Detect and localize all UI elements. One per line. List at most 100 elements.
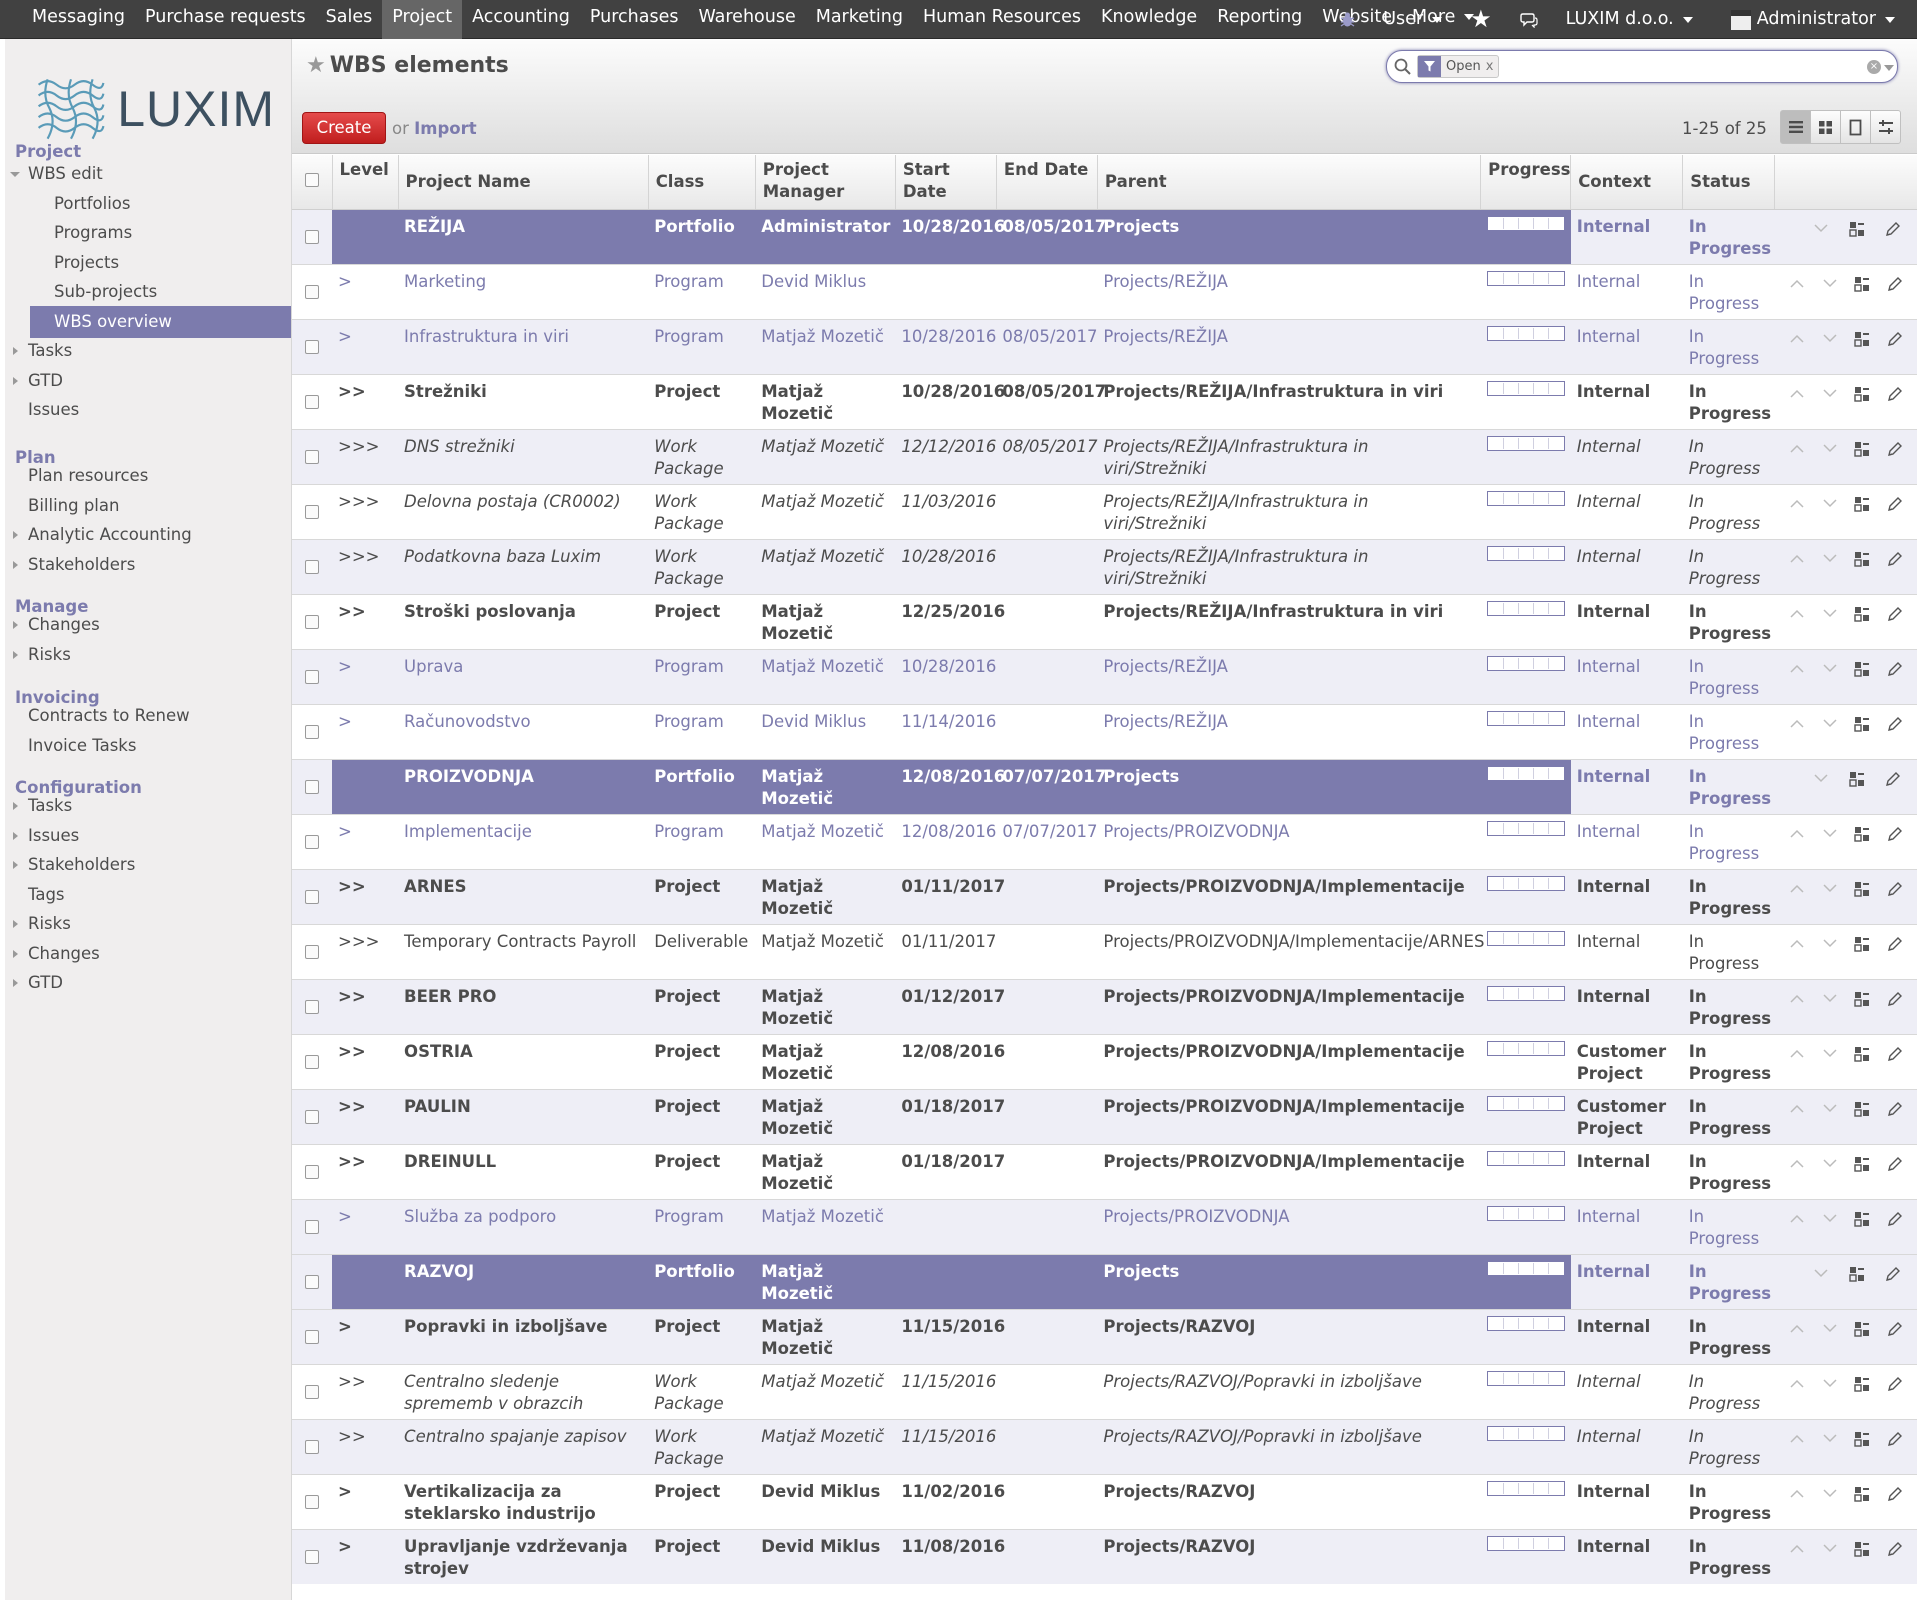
edit-icon[interactable]	[1878, 493, 1911, 515]
menu-item-reporting[interactable]: Reporting	[1207, 0, 1312, 39]
move-down-icon[interactable]	[1813, 1538, 1846, 1560]
edit-icon[interactable]	[1878, 1043, 1911, 1065]
move-up-icon[interactable]	[1781, 878, 1814, 900]
move-down-icon[interactable]	[1803, 1263, 1839, 1285]
import-link[interactable]: Import	[414, 119, 477, 138]
move-up-icon[interactable]	[1781, 658, 1814, 680]
edit-icon[interactable]	[1878, 1373, 1911, 1395]
edit-icon[interactable]	[1878, 933, 1911, 955]
move-up-icon[interactable]	[1781, 493, 1814, 515]
move-up-icon[interactable]	[1781, 713, 1814, 735]
move-up-icon[interactable]	[1781, 988, 1814, 1010]
children-icon[interactable]	[1846, 328, 1879, 350]
children-icon[interactable]	[1846, 1428, 1879, 1450]
collapsed-caret-icon[interactable]	[13, 376, 18, 385]
move-up-icon[interactable]	[1781, 1538, 1814, 1560]
menu-item-project[interactable]: Project	[382, 0, 463, 39]
move-up-icon[interactable]	[1781, 383, 1814, 405]
select-all-checkbox[interactable]	[304, 172, 319, 187]
sidebar-item-issues[interactable]: Issues	[5, 394, 291, 426]
collapsed-caret-icon[interactable]	[13, 949, 18, 958]
sidebar-item-stakeholders[interactable]: Stakeholders	[5, 549, 291, 581]
move-down-icon[interactable]	[1813, 823, 1846, 845]
column-header-context[interactable]: Context	[1570, 155, 1684, 210]
row-checkbox[interactable]	[305, 1549, 319, 1564]
move-up-icon[interactable]	[1781, 1318, 1814, 1340]
table-row[interactable]: >> Centralno spajanje zapisov Work Package…	[292, 1418, 1917, 1474]
table-row[interactable]: >> ARNES Project Matjaž Mozetič 01/11/2017 Pr…	[292, 868, 1917, 924]
edit-icon[interactable]	[1878, 1428, 1911, 1450]
table-row[interactable]: > Upravljanje vzdrževanja strojev Project D…	[292, 1528, 1917, 1584]
children-icon[interactable]	[1846, 1043, 1879, 1065]
edit-icon[interactable]	[1875, 218, 1911, 240]
table-row[interactable]: PROIZVODNJA Portfolio Matjaž Mozetič 12/08/…	[292, 758, 1917, 814]
edit-icon[interactable]	[1878, 1483, 1911, 1505]
column-header-class[interactable]: Class	[648, 155, 756, 210]
pager-value[interactable]: 1-25 of 25	[1682, 119, 1767, 138]
move-down-icon[interactable]	[1813, 548, 1846, 570]
row-checkbox[interactable]	[305, 1384, 319, 1399]
move-down-icon[interactable]	[1813, 603, 1846, 625]
column-header-end-date[interactable]: End Date	[996, 155, 1098, 210]
table-row[interactable]: >>> Podatkovna baza Luxim Work Package Matj…	[292, 538, 1917, 594]
sidebar-item-risks[interactable]: Risks	[5, 908, 291, 940]
table-row[interactable]: >> PAULIN Project Matjaž Mozetič 01/18/2017 P…	[292, 1088, 1917, 1144]
table-row[interactable]: > Marketing Program Devid Miklus Projects/RE…	[292, 263, 1917, 319]
collapsed-caret-icon[interactable]	[13, 831, 18, 840]
bug-icon[interactable]	[1326, 11, 1369, 28]
table-row[interactable]: > Popravki in izboljšave Project Matjaž Moz…	[292, 1308, 1917, 1364]
children-icon[interactable]	[1846, 1538, 1879, 1560]
move-down-icon[interactable]	[1813, 438, 1846, 460]
edit-icon[interactable]	[1878, 548, 1911, 570]
column-header-project-name[interactable]: Project Name	[398, 155, 649, 210]
sidebar-item-contracts-to-renew[interactable]: Contracts to Renew	[5, 700, 291, 732]
children-icon[interactable]	[1846, 658, 1879, 680]
sidebar-item-tags[interactable]: Tags	[5, 879, 291, 911]
row-checkbox[interactable]	[305, 669, 319, 684]
table-row[interactable]: > Vertikalizacija za steklarsko industrij…	[292, 1473, 1917, 1529]
collapsed-caret-icon[interactable]	[13, 920, 18, 928]
collapsed-caret-icon[interactable]	[13, 979, 18, 987]
move-up-icon[interactable]	[1781, 438, 1814, 460]
children-icon[interactable]	[1846, 1208, 1879, 1230]
table-row[interactable]: >>> Delovna postaja (CR0002) Work Package M…	[292, 483, 1917, 539]
company-switcher[interactable]: LUXIM d.o.o.	[1552, 2, 1707, 37]
move-down-icon[interactable]	[1813, 933, 1846, 955]
table-row[interactable]: >> DREINULL Project Matjaž Mozetič 01/18/201…	[292, 1143, 1917, 1199]
move-down-icon[interactable]	[1813, 1208, 1846, 1230]
kanban-view-button[interactable]	[1810, 110, 1841, 144]
row-checkbox[interactable]	[305, 1219, 319, 1234]
move-down-icon[interactable]	[1813, 878, 1846, 900]
edit-icon[interactable]	[1878, 1153, 1911, 1175]
sidebar-item-tasks[interactable]: Tasks	[5, 335, 291, 367]
row-checkbox[interactable]	[305, 889, 319, 904]
edit-icon[interactable]	[1878, 1098, 1911, 1120]
table-row[interactable]: >> Strežniki Project Matjaž Mozetič 10/28/20…	[292, 373, 1917, 429]
children-icon[interactable]	[1846, 383, 1879, 405]
sidebar-item-plan-resources[interactable]: Plan resources	[5, 460, 291, 492]
move-up-icon[interactable]	[1781, 1098, 1814, 1120]
row-checkbox[interactable]	[305, 724, 319, 739]
move-down-icon[interactable]	[1813, 328, 1846, 350]
table-row[interactable]: RAZVOJ Portfolio Matjaž Mozetič Projects Int…	[292, 1253, 1917, 1309]
row-checkbox[interactable]	[305, 229, 319, 244]
table-row[interactable]: >> OSTRIA Project Matjaž Mozetič 12/08/2016 P…	[292, 1033, 1917, 1089]
edit-icon[interactable]	[1878, 713, 1911, 735]
edit-icon[interactable]	[1878, 1208, 1911, 1230]
table-row[interactable]: >> BEER PRO Project Matjaž Mozetič 01/12/201…	[292, 978, 1917, 1034]
move-up-icon[interactable]	[1781, 328, 1814, 350]
children-icon[interactable]	[1839, 1263, 1875, 1285]
menu-item-purchase-requests[interactable]: Purchase requests	[135, 0, 316, 39]
sidebar-item-changes[interactable]: Changes	[5, 609, 291, 641]
children-icon[interactable]	[1839, 218, 1875, 240]
move-down-icon[interactable]	[1813, 1373, 1846, 1395]
sidebar-item-wbs-overview[interactable]: WBS overview	[30, 305, 291, 338]
edit-icon[interactable]	[1875, 768, 1911, 790]
children-icon[interactable]	[1846, 438, 1879, 460]
children-icon[interactable]	[1846, 1318, 1879, 1340]
row-checkbox[interactable]	[305, 1329, 319, 1344]
search-facet[interactable]: Open x	[1417, 55, 1500, 78]
sidebar-item-portfolios[interactable]: Portfolios	[5, 188, 291, 220]
move-down-icon[interactable]	[1813, 658, 1846, 680]
row-checkbox[interactable]	[305, 779, 319, 794]
